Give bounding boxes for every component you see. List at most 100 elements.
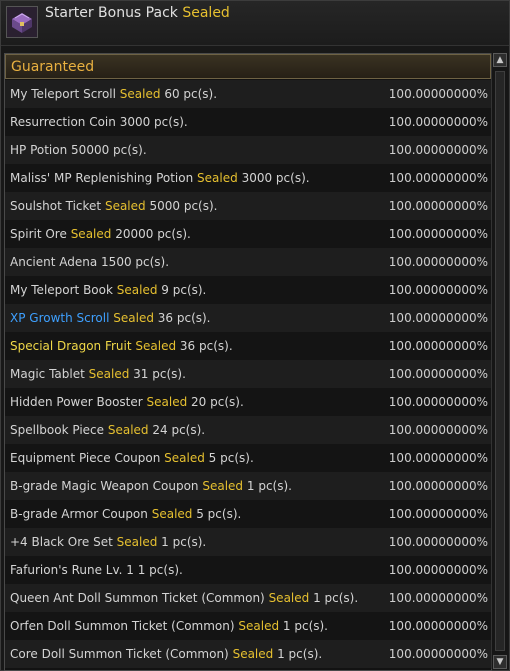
reward-row[interactable]: Resurrection Coin 3000 pc(s). 100.0000000…	[5, 108, 491, 136]
item-name: Hidden Power Booster	[10, 395, 143, 409]
item-label: My Teleport Book Sealed 9 pc(s).	[10, 276, 206, 304]
reward-row[interactable]: Special Dragon Fruit Sealed 36 pc(s). 100…	[5, 332, 491, 360]
item-label: Spellbook Piece Sealed 24 pc(s).	[10, 416, 205, 444]
item-quantity: 5000 pc(s).	[149, 199, 218, 213]
item-probability: 100.00000000%	[388, 171, 488, 185]
item-name: My Teleport Book	[10, 283, 113, 297]
item-quantity: 20 pc(s).	[191, 395, 244, 409]
item-quantity: 1500 pc(s).	[101, 255, 170, 269]
reward-row[interactable]: Orfen Doll Summon Ticket (Common) Sealed…	[5, 612, 491, 640]
item-quantity: 9 pc(s).	[161, 283, 207, 297]
item-quantity: 5 pc(s).	[196, 507, 242, 521]
sealed-tag: Sealed	[119, 87, 161, 101]
item-probability: 100.00000000%	[388, 311, 488, 325]
item-pack-window: Starter Bonus Pack Sealed Guaranteed My …	[0, 0, 510, 671]
item-probability: 100.00000000%	[388, 87, 488, 101]
item-label: Magic Tablet Sealed 31 pc(s).	[10, 360, 186, 388]
item-name: B-grade Magic Weapon Coupon	[10, 479, 199, 493]
item-name: Orfen Doll Summon Ticket (Common)	[10, 619, 235, 633]
item-quantity: 1 pc(s).	[137, 563, 183, 577]
reward-row[interactable]: +4 Black Ore Set Sealed 1 pc(s). 100.0000…	[5, 528, 491, 556]
window-title: Starter Bonus Pack Sealed	[45, 5, 230, 21]
item-probability: 100.00000000%	[388, 647, 488, 661]
reward-row[interactable]: Fafurion's Rune Lv. 1 1 pc(s). 100.000000…	[5, 556, 491, 584]
reward-row[interactable]: B-grade Magic Weapon Coupon Sealed 1 pc(…	[5, 472, 491, 500]
reward-row[interactable]: Maliss' MP Replenishing Potion Sealed 30…	[5, 164, 491, 192]
item-probability: 100.00000000%	[388, 507, 488, 521]
reward-row[interactable]: Equipment Piece Coupon Sealed 5 pc(s). 10…	[5, 444, 491, 472]
reward-row[interactable]: Spellbook Piece Sealed 24 pc(s). 100.0000…	[5, 416, 491, 444]
item-quantity: 3000 pc(s).	[241, 171, 310, 185]
item-probability: 100.00000000%	[388, 199, 488, 213]
reward-row[interactable]: XP Growth Scroll Sealed 36 pc(s). 100.000…	[5, 304, 491, 332]
reward-row[interactable]: Spirit Ore Sealed 20000 pc(s). 100.000000…	[5, 220, 491, 248]
reward-row[interactable]: Core Doll Summon Ticket (Common) Sealed …	[5, 640, 491, 668]
reward-list: Guaranteed My Teleport Scroll Sealed 60 …	[4, 53, 492, 671]
section-label: Guaranteed	[11, 59, 95, 75]
reward-row[interactable]: My Teleport Book Sealed 9 pc(s). 100.0000…	[5, 276, 491, 304]
item-name: HP Potion	[10, 143, 68, 157]
item-probability: 100.00000000%	[388, 255, 488, 269]
reward-row[interactable]: Ancient Adena 1500 pc(s). 100.00000000%	[5, 248, 491, 276]
reward-row[interactable]: Hidden Power Booster Sealed 20 pc(s). 100…	[5, 388, 491, 416]
item-label: HP Potion 50000 pc(s).	[10, 136, 147, 164]
item-probability: 100.00000000%	[388, 143, 488, 157]
item-probability: 100.00000000%	[388, 339, 488, 353]
reward-row[interactable]: HP Potion 50000 pc(s). 100.00000000%	[5, 136, 491, 164]
sealed-tag: Sealed	[238, 619, 280, 633]
sealed-tag: Sealed	[116, 535, 158, 549]
window-title-text: Starter Bonus Pack	[45, 5, 178, 21]
item-name: Magic Tablet	[10, 367, 85, 381]
item-label: Resurrection Coin 3000 pc(s).	[10, 108, 188, 136]
reward-row[interactable]: Soulshot Ticket Sealed 5000 pc(s). 100.00…	[5, 192, 491, 220]
item-probability: 100.00000000%	[388, 563, 488, 577]
item-quantity: 24 pc(s).	[152, 423, 206, 437]
item-quantity: 3000 pc(s).	[119, 115, 188, 129]
scrollbar[interactable]: ▲ ▼	[491, 53, 508, 669]
item-label: Hidden Power Booster Sealed 20 pc(s).	[10, 388, 244, 416]
item-quantity: 20000 pc(s).	[115, 227, 191, 241]
item-label: Maliss' MP Replenishing Potion Sealed 30…	[10, 164, 310, 192]
item-name: Queen Ant Doll Summon Ticket (Common)	[10, 591, 265, 605]
item-quantity: 1 pc(s).	[313, 591, 359, 605]
sealed-tag: Sealed	[151, 507, 193, 521]
arrow-down-icon[interactable]: ▼	[493, 655, 507, 669]
item-name: Fafurion's Rune Lv. 1	[10, 563, 134, 577]
item-label: Orfen Doll Summon Ticket (Common) Sealed…	[10, 612, 328, 640]
sealed-tag: Sealed	[113, 311, 154, 325]
reward-row[interactable]: B-grade Armor Coupon Sealed 5 pc(s). 100.…	[5, 500, 491, 528]
sealed-tag: Sealed	[104, 199, 146, 213]
item-name: +4 Black Ore Set	[10, 535, 113, 549]
item-probability: 100.00000000%	[388, 619, 488, 633]
item-quantity: 36 pc(s).	[179, 339, 233, 353]
item-quantity: 31 pc(s).	[133, 367, 186, 381]
item-name: Maliss' MP Replenishing Potion	[10, 171, 194, 185]
item-probability: 100.00000000%	[388, 227, 488, 241]
item-quantity: 5 pc(s).	[208, 451, 254, 465]
section-header-guaranteed: Guaranteed	[5, 54, 491, 79]
reward-row[interactable]: Queen Ant Doll Summon Ticket (Common) Se…	[5, 584, 491, 612]
item-name: Spirit Ore	[10, 227, 67, 241]
window-header: Starter Bonus Pack Sealed	[1, 1, 509, 46]
item-label: Special Dragon Fruit Sealed 36 pc(s).	[10, 332, 233, 360]
item-quantity: 1 pc(s).	[282, 619, 328, 633]
item-probability: 100.00000000%	[388, 479, 488, 493]
item-name: Soulshot Ticket	[10, 199, 102, 213]
reward-row[interactable]: Magic Tablet Sealed 31 pc(s). 100.0000000…	[5, 360, 491, 388]
item-probability: 100.00000000%	[388, 367, 488, 381]
scrollbar-thumb[interactable]	[495, 71, 505, 651]
reward-row[interactable]: My Teleport Scroll Sealed 60 pc(s). 100.0…	[5, 80, 491, 108]
item-label: Queen Ant Doll Summon Ticket (Common) Se…	[10, 584, 358, 612]
item-label: Equipment Piece Coupon Sealed 5 pc(s).	[10, 444, 254, 472]
item-label: XP Growth Scroll Sealed 36 pc(s).	[10, 304, 211, 332]
item-quantity: 1 pc(s).	[277, 647, 323, 661]
item-quantity: 60 pc(s).	[164, 87, 218, 101]
sealed-tag: Sealed	[88, 367, 130, 381]
sealed-tag: Sealed	[107, 423, 149, 437]
item-name: Core Doll Summon Ticket (Common)	[10, 647, 229, 661]
sealed-tag: Sealed	[146, 395, 188, 409]
treasure-chest-icon	[6, 6, 38, 38]
item-name: XP Growth Scroll	[10, 311, 110, 325]
arrow-up-icon[interactable]: ▲	[493, 53, 507, 67]
sealed-tag: Sealed	[135, 339, 177, 353]
